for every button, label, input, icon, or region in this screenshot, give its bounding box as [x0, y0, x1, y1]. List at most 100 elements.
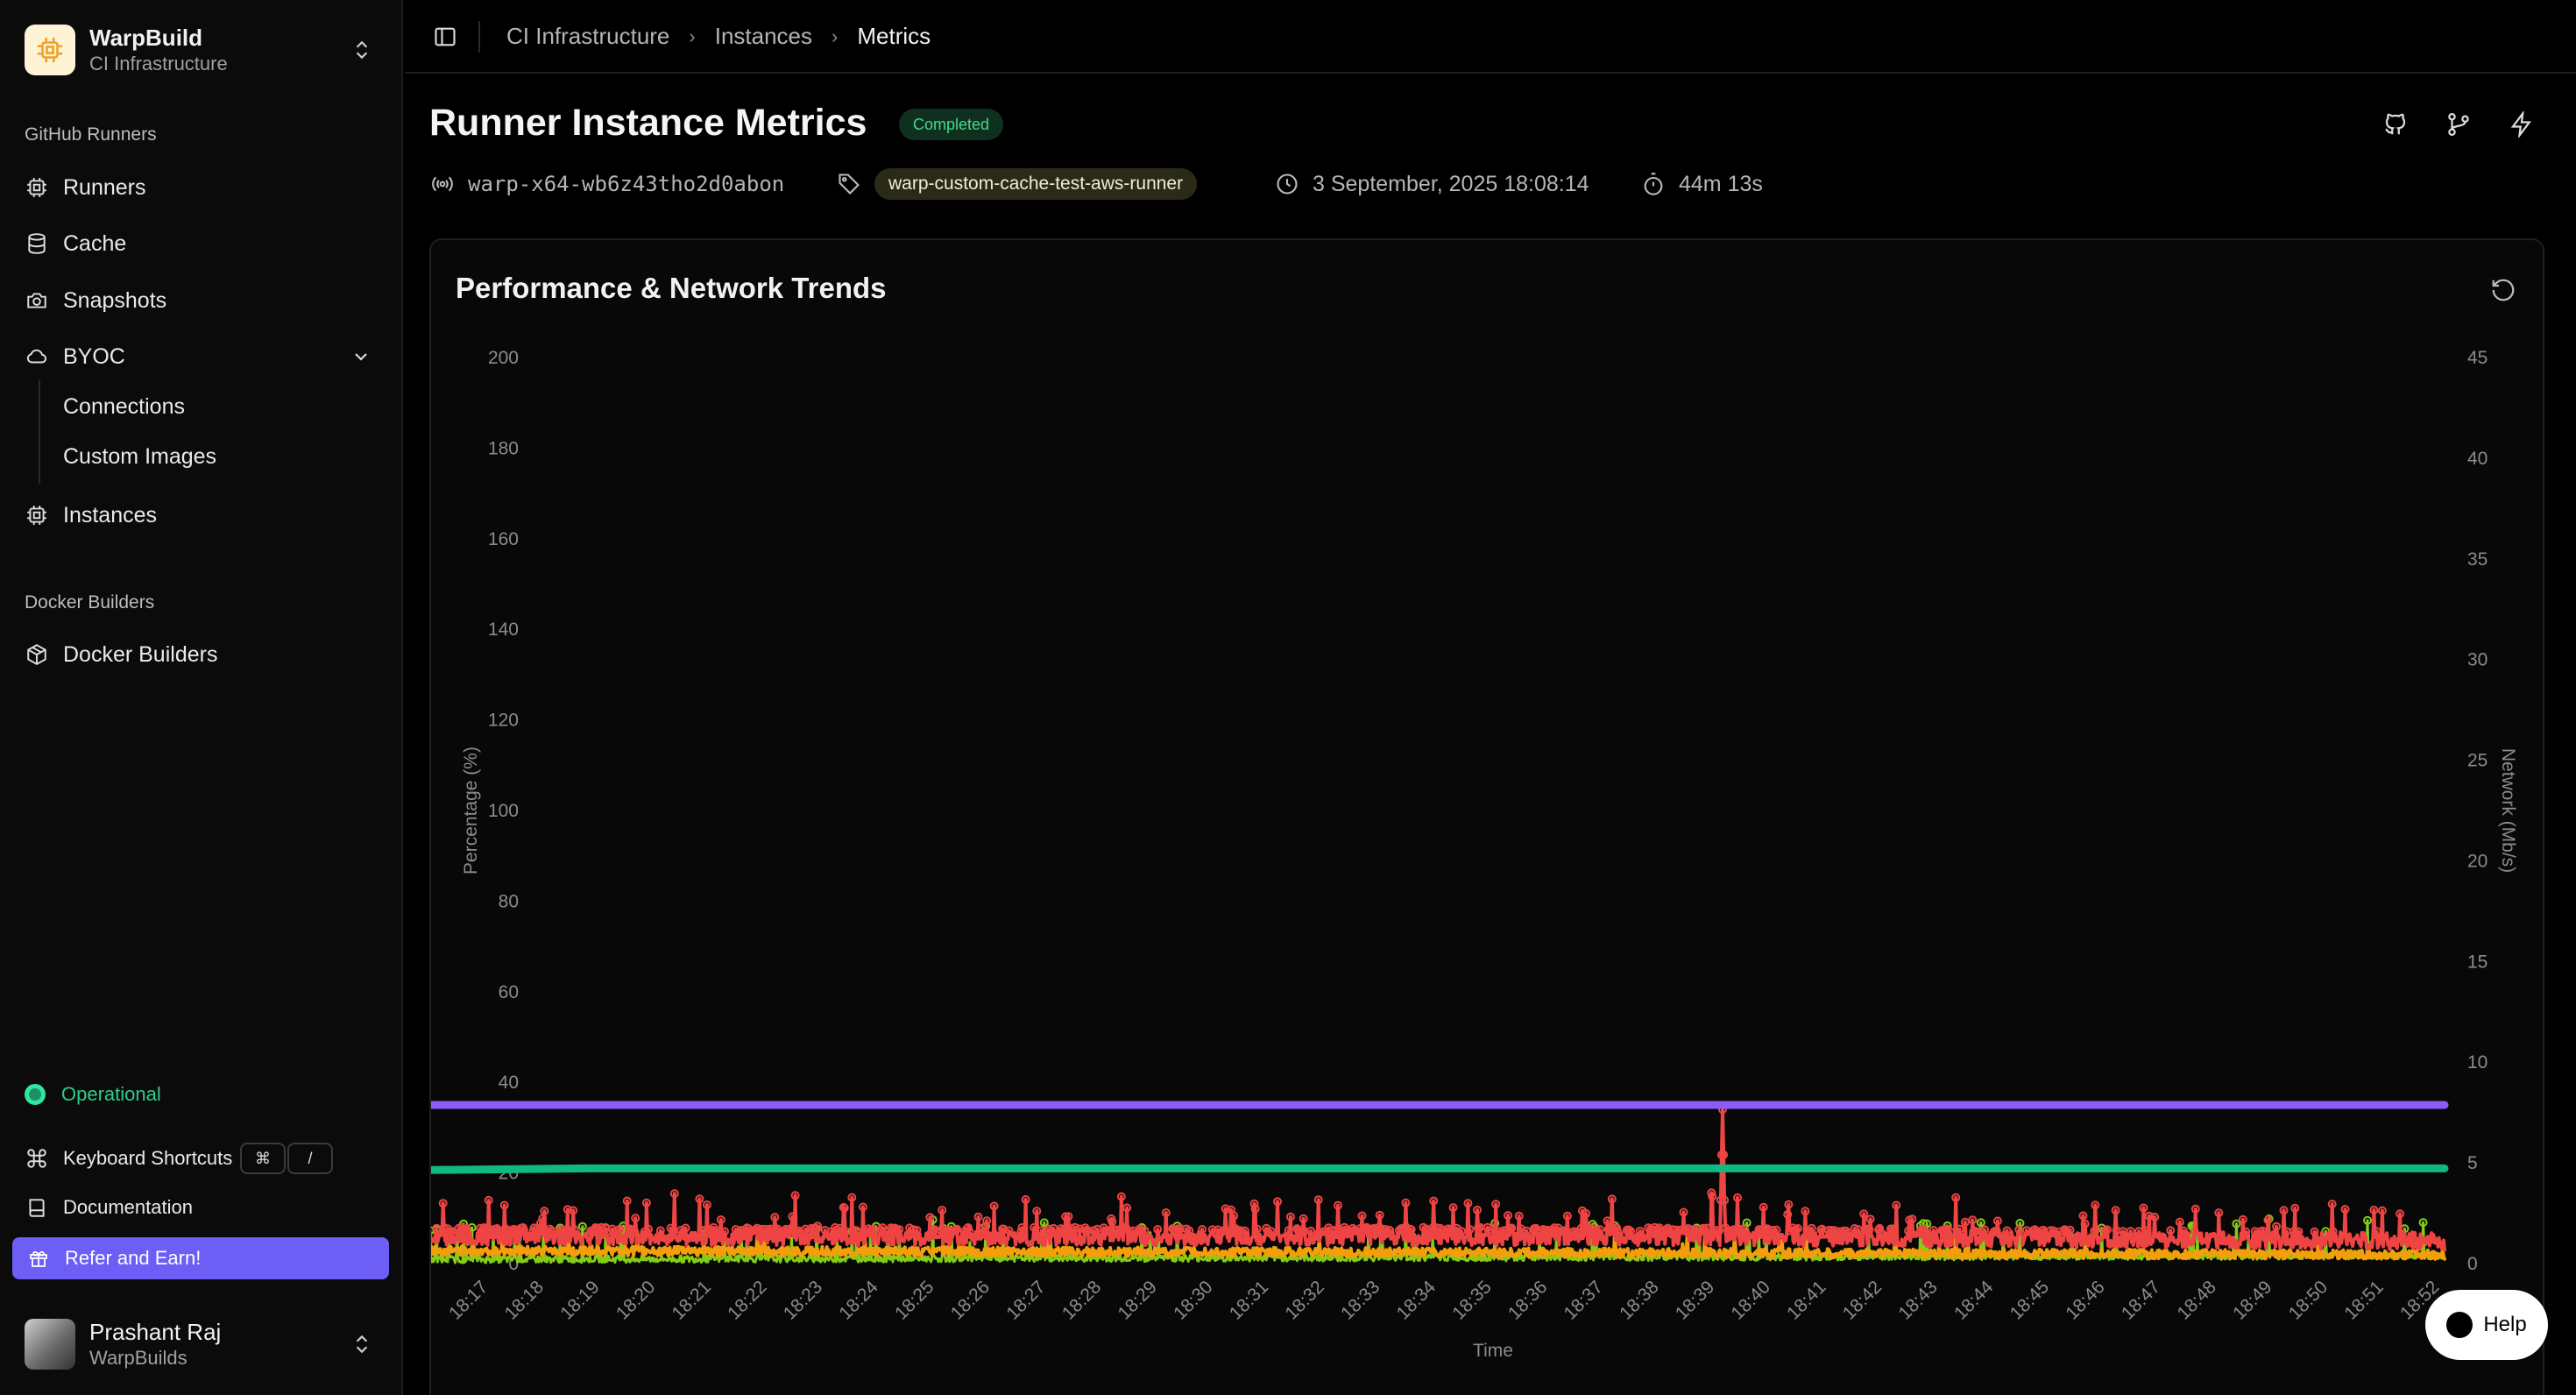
duration-value: 44m 13s — [1679, 171, 1763, 196]
chevron-right-icon: › — [689, 25, 696, 47]
y2-tick-label: 0 — [2467, 1254, 2478, 1274]
performance-network-chart: 0204060801001201401601802000510152025303… — [431, 348, 2518, 1361]
header-actions — [2348, 109, 2537, 140]
documentation-link[interactable]: Documentation — [25, 1188, 384, 1227]
x-tick-label: 18:20 — [612, 1277, 659, 1323]
x-tick-label: 18:24 — [835, 1277, 882, 1324]
series-line — [431, 1108, 2446, 1252]
refer-and-earn-button[interactable]: Refer and Earn! — [12, 1237, 389, 1279]
series-line — [431, 1229, 2446, 1261]
started-at: 3 September, 2025 18:08:14 — [1274, 166, 1589, 202]
breadcrumb: CI Infrastructure › Instances › Metrics — [506, 23, 931, 50]
chevrons-up-down-icon — [350, 1332, 373, 1361]
lightning-icon[interactable] — [2506, 109, 2537, 140]
sidebar-item-docker-builders[interactable]: Docker Builders — [25, 634, 384, 676]
x-tick-label: 18:43 — [1894, 1277, 1941, 1323]
breadcrumb-item-ci-infrastructure[interactable]: CI Infrastructure — [506, 23, 669, 50]
page-title: Runner Instance Metrics — [429, 102, 867, 144]
sidebar-item-snapshots[interactable]: Snapshots — [25, 280, 384, 322]
sidebar-item-cache[interactable]: Cache — [25, 223, 384, 265]
org-switcher[interactable]: WarpBuild CI Infrastructure — [25, 23, 384, 77]
sidebar-item-label: Snapshots — [63, 287, 167, 313]
x-tick-label: 18:49 — [2229, 1277, 2275, 1323]
y2-tick-label: 30 — [2467, 650, 2488, 670]
x-tick-label: 18:34 — [1393, 1277, 1440, 1324]
x-tick-label: 18:19 — [556, 1277, 603, 1323]
chip-icon — [25, 503, 49, 528]
camera-icon — [25, 288, 49, 313]
y2-axis-title: Network (Mb/s) — [2498, 748, 2518, 873]
user-name: Prashant Raj — [89, 1319, 222, 1345]
y-tick-label: 60 — [499, 982, 519, 1002]
chat-bubble-icon — [2446, 1312, 2473, 1338]
x-tick-label: 18:47 — [2118, 1277, 2164, 1323]
x-tick-label: 18:29 — [1115, 1277, 1161, 1323]
database-icon — [25, 231, 49, 256]
submenu-guide-line — [39, 380, 40, 484]
y-tick-label: 40 — [499, 1073, 519, 1093]
sidebar-item-label: Instances — [63, 502, 158, 528]
broadcast-icon — [429, 171, 456, 197]
y-tick-label: 80 — [499, 891, 519, 911]
sidebar-item-label: Docker Builders — [63, 641, 218, 667]
x-tick-label: 18:37 — [1560, 1277, 1607, 1323]
y2-tick-label: 40 — [2467, 449, 2488, 469]
group-title-github-runners: GitHub Runners — [25, 124, 157, 145]
performance-chart-card: Performance & Network Trends 0 20 40 60 80 10… — [429, 238, 2544, 1395]
sidebar-item-instances[interactable]: Instances — [25, 494, 384, 536]
x-tick-label: 18:23 — [780, 1277, 826, 1323]
x-tick-label: 18:22 — [724, 1277, 770, 1323]
x-tick-label: 18:45 — [2006, 1277, 2053, 1323]
y-tick-label: 100 — [488, 801, 519, 821]
sidebar-item-label: Cache — [63, 230, 127, 256]
y2-tick-label: 25 — [2467, 751, 2488, 771]
x-tick-label: 18:46 — [2062, 1277, 2108, 1323]
status-dot-icon — [25, 1084, 46, 1105]
help-button[interactable]: Help — [2425, 1290, 2548, 1360]
sidebar-item-connections[interactable]: Connections — [63, 394, 185, 420]
help-label: Help — [2483, 1313, 2527, 1336]
x-tick-label: 18:40 — [1727, 1277, 1773, 1323]
book-icon — [25, 1195, 49, 1220]
chevrons-up-down-icon — [350, 38, 373, 67]
keyboard-shortcuts-label: Keyboard Shortcuts — [63, 1147, 233, 1169]
cloud-icon — [25, 344, 49, 369]
x-tick-label: 18:16 — [431, 1277, 436, 1323]
status-badge: Completed — [899, 109, 1004, 140]
shortcut-key-slash: / — [287, 1143, 333, 1174]
sidebar-item-label: BYOC — [63, 343, 125, 369]
y-tick-label: 160 — [488, 529, 519, 549]
keyboard-shortcuts-link[interactable]: Keyboard Shortcuts ⌘ / — [25, 1139, 384, 1178]
x-tick-label: 18:32 — [1281, 1277, 1327, 1323]
y2-tick-label: 20 — [2467, 851, 2488, 871]
sidebar-toggle-icon[interactable] — [431, 23, 459, 51]
sidebar-item-runners[interactable]: Runners — [25, 166, 384, 209]
clock-icon — [1274, 171, 1300, 197]
y2-tick-label: 15 — [2467, 952, 2488, 972]
sidebar-item-byoc[interactable]: BYOC — [25, 336, 384, 378]
x-tick-label: 18:51 — [2340, 1277, 2387, 1323]
tag-icon — [836, 171, 862, 197]
duration: 44m 13s — [1640, 166, 1763, 202]
sidebar-item-custom-images[interactable]: Custom Images — [63, 444, 216, 470]
system-status[interactable]: Operational — [25, 1083, 161, 1106]
breadcrumb-item-instances[interactable]: Instances — [715, 23, 812, 50]
x-tick-label: 18:27 — [1002, 1277, 1049, 1323]
x-tick-label: 18:31 — [1226, 1277, 1272, 1323]
shortcut-key-cmd: ⌘ — [240, 1143, 286, 1174]
command-icon — [25, 1146, 49, 1171]
started-at-value: 3 September, 2025 18:08:14 — [1313, 171, 1589, 196]
x-tick-label: 18:50 — [2285, 1277, 2332, 1323]
x-tick-label: 18:35 — [1448, 1277, 1495, 1323]
x-axis-title: Time — [1473, 1341, 1513, 1361]
x-tick-label: 18:28 — [1058, 1277, 1105, 1323]
status-text: Operational — [61, 1083, 161, 1105]
user-menu[interactable]: Prashant Raj WarpBuilds — [25, 1314, 384, 1374]
github-icon[interactable] — [2380, 109, 2411, 140]
runner-label: warp-custom-cache-test-aws-runner — [836, 166, 1198, 202]
x-tick-label: 18:33 — [1337, 1277, 1384, 1323]
y2-tick-label: 35 — [2467, 549, 2488, 570]
refer-label: Refer and Earn! — [65, 1247, 202, 1269]
chevron-down-icon[interactable] — [350, 346, 372, 373]
git-branch-icon[interactable] — [2443, 109, 2474, 140]
